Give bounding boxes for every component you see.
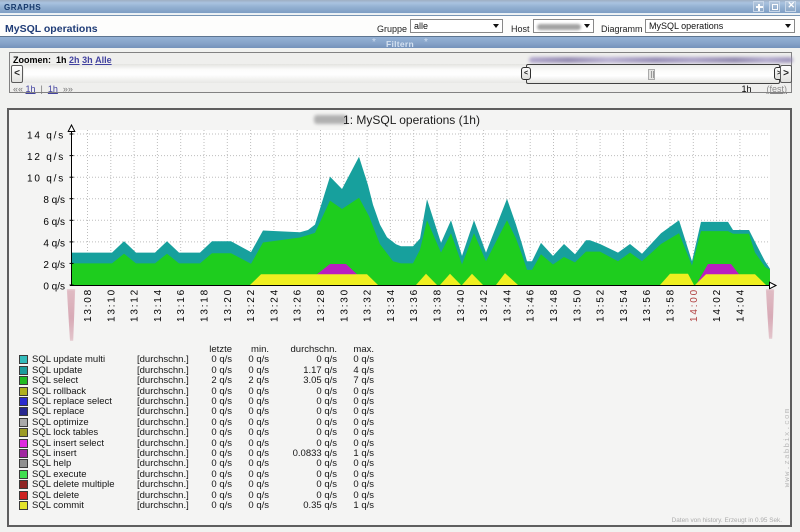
svg-text:13:26: 13:26	[293, 288, 304, 322]
svg-text:13:14: 13:14	[153, 288, 164, 322]
svg-text:13:28: 13:28	[316, 288, 327, 322]
svg-text:14:02: 14:02	[712, 288, 723, 322]
svg-text:13:32: 13:32	[363, 288, 374, 322]
svg-text:13:40: 13:40	[456, 288, 467, 322]
svg-text:13:50: 13:50	[572, 288, 583, 322]
svg-text:13:18: 13:18	[200, 288, 211, 322]
svg-text:13:08: 13:08	[83, 288, 94, 322]
svg-text:13:46: 13:46	[526, 288, 537, 322]
svg-text:13:10: 13:10	[106, 288, 117, 322]
svg-text:13:58: 13:58	[666, 288, 677, 322]
svg-text:8 q/s: 8 q/s	[43, 195, 65, 206]
svg-text:13:24: 13:24	[269, 288, 280, 322]
svg-text:0 q/s: 0 q/s	[43, 282, 65, 293]
svg-text:13:52: 13:52	[596, 288, 607, 322]
svg-text:13:34: 13:34	[386, 288, 397, 322]
svg-text:13:54: 13:54	[619, 288, 630, 322]
svg-text:4 q/s: 4 q/s	[43, 238, 65, 249]
svg-text:13:38: 13:38	[433, 288, 444, 322]
svg-text:14:04: 14:04	[735, 288, 746, 322]
svg-text:14 q/s: 14 q/s	[27, 131, 65, 142]
svg-text:13:16: 13:16	[176, 288, 187, 322]
svg-text:13:12: 13:12	[130, 288, 141, 322]
svg-text:6 q/s: 6 q/s	[43, 217, 65, 228]
svg-text:10 q/s: 10 q/s	[27, 174, 65, 185]
svg-text:13:44: 13:44	[502, 288, 513, 322]
svg-text:12 q/s: 12 q/s	[27, 152, 65, 163]
svg-text:13:22: 13:22	[246, 288, 257, 322]
svg-text:13:56: 13:56	[642, 288, 653, 322]
svg-text:13:20: 13:20	[223, 288, 234, 322]
svg-text:13:36: 13:36	[409, 288, 420, 322]
svg-text:2 q/s: 2 q/s	[43, 260, 65, 271]
svg-text:13:48: 13:48	[549, 288, 560, 322]
svg-text:13:42: 13:42	[479, 288, 490, 322]
svg-text:14:00: 14:00	[689, 288, 700, 322]
svg-text:13:30: 13:30	[339, 288, 350, 322]
